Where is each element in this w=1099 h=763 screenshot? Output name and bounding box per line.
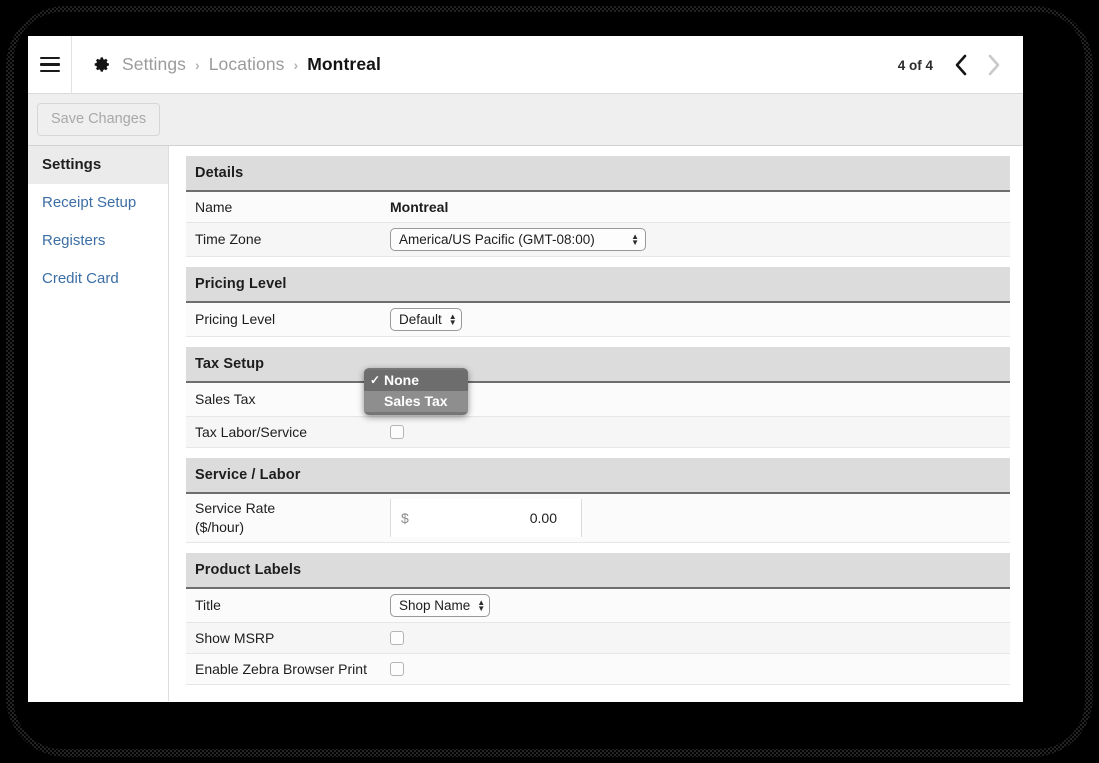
label-service-rate-line2: ($/hour) <box>195 519 245 535</box>
record-pager: 4 of 4 <box>898 36 1007 94</box>
breadcrumb-item-locations[interactable]: Locations <box>209 54 285 75</box>
section-title-tax-setup: Tax Setup <box>186 347 1010 383</box>
section-divider <box>186 448 1010 458</box>
section-divider <box>186 337 1010 347</box>
breadcrumb-separator-icon: › <box>293 56 299 73</box>
product-label-title-select[interactable]: Shop Name ▲ ▼ <box>390 594 491 617</box>
label-name: Name <box>195 198 233 215</box>
pricing-level-select[interactable]: Default ▲ ▼ <box>390 308 462 331</box>
dropdown-option-none[interactable]: ✓ None <box>364 370 468 391</box>
section-title-product-labels: Product Labels <box>186 553 1010 589</box>
row-show-msrp: Show MSRP <box>186 623 1010 654</box>
label-enable-zebra: Enable Zebra Browser Print <box>195 660 367 677</box>
section-service-labor: Service / Labor Service Rate ($/hour) $ … <box>186 458 1010 543</box>
section-divider <box>186 257 1010 267</box>
service-rate-input[interactable]: $ 0.00 <box>390 499 582 537</box>
label-title: Title <box>195 597 221 614</box>
section-details: Details Name Montreal Time Zone America/… <box>186 156 1010 257</box>
value-sales-tax: None ▲▼ <box>390 388 1010 411</box>
app-body: Settings Receipt Setup Registers Credit … <box>28 146 1023 701</box>
currency-symbol: $ <box>401 510 409 526</box>
label-pricing-level: Pricing Level <box>195 311 276 328</box>
label-tax-labor-service: Tax Labor/Service <box>195 423 308 440</box>
stepper-caret-icon: ▲ ▼ <box>631 231 639 247</box>
row-enable-zebra: Enable Zebra Browser Print <box>186 654 1010 685</box>
service-rate-amount: 0.00 <box>529 510 557 526</box>
row-tax-labor-service: Tax Labor/Service <box>186 417 1010 448</box>
section-pricing-level: Pricing Level Pricing Level Default ▲ ▼ <box>186 267 1010 337</box>
chevron-right-icon <box>981 50 1007 80</box>
section-tax-setup: Tax Setup Sales Tax None ▲▼ Tax Labor/Se… <box>186 347 1010 448</box>
dropdown-option-sales-tax[interactable]: Sales Tax <box>364 391 468 412</box>
section-divider <box>186 543 1010 553</box>
label-sales-tax: Sales Tax <box>195 391 256 408</box>
sidebar-item-settings: Settings <box>28 146 168 184</box>
sales-tax-dropdown-menu[interactable]: ✓ None Sales Tax <box>364 368 468 415</box>
section-title-service-labor: Service / Labor <box>186 458 1010 494</box>
value-enable-zebra <box>390 662 1010 676</box>
row-pricing-level: Pricing Level Default ▲ ▼ <box>186 303 1010 337</box>
hamburger-icon[interactable] <box>28 36 72 94</box>
value-service-rate: $ 0.00 <box>390 499 1010 537</box>
label-time-zone: Time Zone <box>195 231 262 248</box>
settings-sidebar: Settings Receipt Setup Registers Credit … <box>28 146 169 701</box>
stepper-caret-icon: ▲ ▼ <box>477 597 486 613</box>
value-time-zone: America/US Pacific (GMT-08:00) ▲ ▼ <box>390 228 1010 251</box>
row-service-rate: Service Rate ($/hour) $ 0.00 <box>186 494 1010 543</box>
app-header: Settings › Locations › Montreal 4 of 4 <box>28 36 1023 94</box>
section-product-labels: Product Labels Title Shop Name ▲ ▼ Show M… <box>186 553 1010 685</box>
row-name: Name Montreal <box>186 192 1010 223</box>
pricing-level-select-value: Default <box>399 312 442 327</box>
row-title: Title Shop Name ▲ ▼ <box>186 589 1010 623</box>
label-show-msrp: Show MSRP <box>195 629 275 646</box>
breadcrumb: Settings › Locations › Montreal <box>72 54 381 75</box>
stepper-caret-icon: ▲ ▼ <box>448 311 457 327</box>
value-show-msrp <box>390 631 1010 645</box>
settings-form: Details Name Montreal Time Zone America/… <box>169 146 1023 701</box>
breadcrumb-separator-icon: › <box>195 56 200 73</box>
section-title-details: Details <box>186 156 1010 192</box>
product-label-title-value: Shop Name <box>399 598 471 613</box>
chevron-left-icon[interactable] <box>948 50 974 80</box>
label-service-rate-line1: Service Rate <box>195 500 276 517</box>
breadcrumb-item-current: Montreal <box>307 54 381 74</box>
label-service-rate: Service Rate ($/hour) <box>186 499 390 537</box>
value-tax-labor-service <box>390 425 1010 439</box>
tax-labor-service-checkbox[interactable] <box>390 425 404 439</box>
time-zone-select[interactable]: America/US Pacific (GMT-08:00) ▲ ▼ <box>390 228 646 251</box>
hamburger-lines <box>39 53 60 76</box>
row-time-zone: Time Zone America/US Pacific (GMT-08:00)… <box>186 223 1010 257</box>
save-changes-button[interactable]: Save Changes <box>37 103 161 136</box>
value-title: Shop Name ▲ ▼ <box>390 594 1010 617</box>
show-msrp-checkbox[interactable] <box>390 631 404 645</box>
sidebar-item-registers[interactable]: Registers <box>28 222 168 260</box>
time-zone-select-value: America/US Pacific (GMT-08:00) <box>399 232 595 247</box>
section-title-pricing-level: Pricing Level <box>186 267 1010 303</box>
enable-zebra-checkbox[interactable] <box>390 662 404 676</box>
sidebar-item-credit-card[interactable]: Credit Card <box>28 260 168 298</box>
app-window: Settings › Locations › Montreal 4 of 4 S… <box>28 36 1023 702</box>
pager-count: 4 of 4 <box>897 57 933 73</box>
gear-icon[interactable] <box>94 56 111 73</box>
check-icon: ✓ <box>370 373 381 387</box>
sidebar-item-receipt-setup[interactable]: Receipt Setup <box>28 184 168 222</box>
breadcrumb-item-settings[interactable]: Settings <box>122 54 186 75</box>
action-toolbar: Save Changes <box>28 94 1023 146</box>
row-sales-tax: Sales Tax None ▲▼ <box>186 383 1010 417</box>
value-name: Montreal <box>390 199 449 215</box>
value-pricing-level: Default ▲ ▼ <box>390 308 1010 331</box>
dropdown-option-none-label: None <box>384 372 419 388</box>
dropdown-option-sales-tax-label: Sales Tax <box>384 393 448 409</box>
